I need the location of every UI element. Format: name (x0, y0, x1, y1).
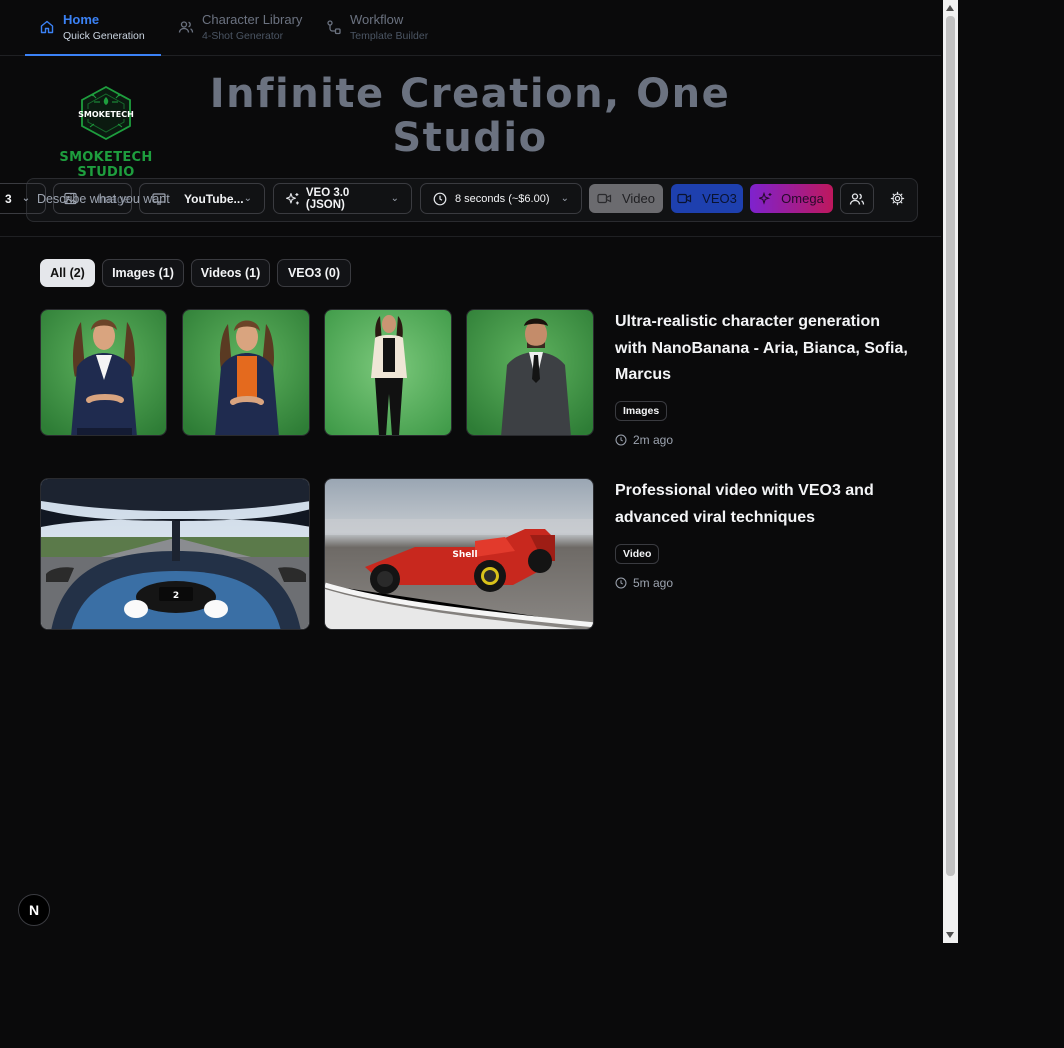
top-nav: Home Quick Generation Character Library … (0, 0, 941, 56)
vertical-scrollbar[interactable] (943, 0, 958, 943)
character-thumbnail[interactable] (466, 309, 594, 436)
page-title: Infinite Creation, One Studio (200, 72, 740, 160)
clock-icon (615, 577, 627, 589)
tab-home[interactable]: Home Quick Generation (25, 0, 161, 56)
dev-tools-button[interactable]: N (18, 894, 50, 926)
video-thumbnail[interactable]: 2 (40, 478, 310, 630)
tab-workflow-sublabel: Template Builder (350, 30, 429, 42)
page-title-line-1: Infinite Creation, One (209, 71, 731, 117)
prompt-input[interactable]: Describe what you want (37, 192, 170, 206)
scroll-down-arrow-icon[interactable] (946, 932, 954, 938)
mode-omega-button[interactable]: Omega (750, 184, 833, 213)
gallery-item-badge: Video (615, 544, 660, 564)
gallery-item-badge: Images (615, 401, 668, 421)
mode-veo3-label: VEO3 (702, 191, 737, 206)
filter-images[interactable]: Images (1) (102, 259, 184, 287)
chevron-down-icon: ⌄ (390, 193, 399, 204)
filter-veo3[interactable]: VEO3 (0) (277, 259, 351, 287)
svg-text:Shell: Shell (452, 550, 477, 560)
smoketech-logo-icon: SMOKETECH (78, 85, 134, 141)
platform-value: YouTube... (184, 191, 244, 206)
divider (0, 236, 941, 237)
users-icon (178, 21, 194, 33)
clock-icon (615, 434, 627, 446)
mode-veo3-button[interactable]: VEO3 (671, 184, 743, 213)
video-icon (597, 193, 612, 204)
characters-button[interactable] (840, 183, 874, 214)
filter-videos[interactable]: Videos (1) (191, 259, 270, 287)
chevron-down-icon: ⌄ (243, 193, 252, 204)
gallery-item-time: 2m ago (615, 433, 673, 447)
gallery-item-title: Professional video with VEO3 and advance… (615, 482, 874, 526)
gallery-item-time-label: 2m ago (633, 433, 674, 447)
sparkles-icon (759, 191, 772, 205)
tab-character-library[interactable]: Character Library 4-Shot Generator (178, 0, 302, 56)
count-value: 3 (5, 191, 12, 206)
gallery-item-time: 5m ago (615, 576, 673, 590)
gallery-item-time-label: 5m ago (633, 576, 674, 590)
chevron-down-icon: ⌄ (560, 193, 569, 204)
gear-icon (890, 191, 904, 206)
character-image (183, 310, 309, 435)
studio-logo: SMOKETECH SMOKETECH STUDIO (36, 84, 176, 180)
character-thumbnail[interactable] (182, 309, 310, 436)
tab-home-sublabel: Quick Generation (63, 30, 145, 42)
filter-all[interactable]: All (2) (40, 259, 95, 287)
chevron-down-icon: ⌄ (21, 193, 31, 204)
video-thumbnail[interactable]: Shell (324, 478, 594, 630)
tab-workflow-label: Workflow (350, 12, 404, 27)
character-thumbnail[interactable] (40, 309, 167, 436)
duration-select[interactable]: 8 seconds (~$6.00) ⌄ (420, 183, 582, 214)
tab-workflow[interactable]: Workflow Template Builder (326, 0, 428, 56)
scrollbar-thumb[interactable] (946, 16, 955, 876)
model-select[interactable]: VEO 3.0 (JSON) ⌄ (273, 183, 412, 214)
settings-button[interactable] (880, 183, 914, 214)
users-icon (849, 192, 865, 205)
mode-video-label: Video (621, 191, 655, 206)
model-value: VEO 3.0 (JSON) (305, 186, 350, 211)
character-thumbnail[interactable] (324, 309, 452, 436)
mode-omega-label: Omega (781, 191, 824, 206)
character-image (325, 310, 451, 435)
video-frame-image: Shell (325, 479, 593, 629)
scroll-up-arrow-icon[interactable] (946, 5, 954, 11)
workflow-icon (327, 20, 341, 35)
gallery-item-title: Ultra-realistic character generation wit… (615, 313, 908, 383)
tab-character-library-sublabel: 4-Shot Generator (202, 30, 284, 42)
tab-character-library-label: Character Library (202, 12, 303, 27)
video-icon (677, 193, 692, 204)
sparkles-icon (286, 192, 299, 204)
svg-text:SMOKETECH: SMOKETECH (78, 110, 134, 119)
tab-home-label: Home (63, 12, 100, 27)
clock-icon (433, 192, 447, 205)
mode-video-button[interactable]: Video (589, 184, 663, 213)
character-image (467, 310, 593, 435)
video-frame-image: 2 (41, 479, 309, 629)
studio-name: SMOKETECH STUDIO (59, 150, 153, 180)
svg-text:2: 2 (173, 591, 179, 601)
home-icon (40, 20, 54, 34)
duration-value: 8 seconds (~$6.00) (455, 192, 550, 205)
character-image (41, 310, 166, 435)
page-title-line-2: Studio (392, 115, 548, 161)
